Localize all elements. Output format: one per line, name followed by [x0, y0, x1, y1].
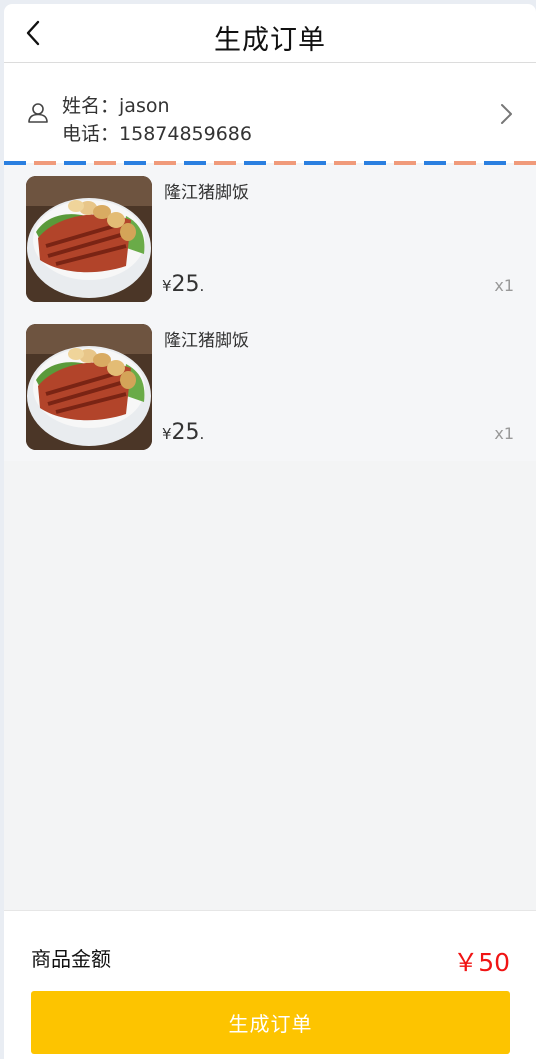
- list-item: 隆江猪脚饭 ¥25. x1: [4, 324, 536, 450]
- contact-name-row: 姓名：jason: [62, 91, 170, 118]
- list-item: 隆江猪脚饭 ¥25. x1: [4, 176, 536, 302]
- goods-list: 隆江猪脚饭 ¥25. x1 隆江猪脚饭 ¥25. x1: [4, 165, 536, 461]
- product-image: [26, 176, 152, 302]
- product-quantity: x1: [494, 424, 514, 443]
- product-name: 隆江猪脚饭: [164, 331, 249, 351]
- phone-label: 电话：: [62, 123, 120, 145]
- price-suffix: .: [199, 425, 205, 443]
- product-quantity: x1: [494, 276, 514, 295]
- price-suffix: .: [199, 277, 205, 295]
- product-price: ¥25.: [162, 420, 204, 445]
- price-value: 25: [171, 272, 200, 297]
- address-card[interactable]: 姓名：jason 电话：15874859686: [4, 63, 536, 163]
- user-icon: [28, 103, 48, 123]
- contact-phone-row: 电话：15874859686: [62, 119, 252, 146]
- contact-phone: 15874859686: [119, 123, 252, 145]
- contact-name: jason: [119, 95, 170, 117]
- nav-bar: 生成订单: [4, 4, 536, 63]
- product-image: [26, 324, 152, 450]
- price-value: 25: [171, 420, 200, 445]
- chevron-right-icon[interactable]: [498, 103, 514, 125]
- submit-order-button[interactable]: 生成订单: [31, 991, 510, 1054]
- total-amount: ￥50: [453, 948, 510, 977]
- order-footer: 商品金额 ￥50 生成订单: [4, 910, 536, 1059]
- product-price: ¥25.: [162, 272, 204, 297]
- product-name: 隆江猪脚饭: [164, 183, 249, 203]
- total-label: 商品金额: [31, 947, 111, 971]
- currency-symbol: ¥: [162, 277, 172, 295]
- name-label: 姓名：: [62, 95, 120, 117]
- app-frame: 生成订单 姓名：jason 电话：15874859686 隆江猪脚饭 ¥25. …: [4, 4, 536, 1059]
- currency-symbol: ¥: [162, 425, 172, 443]
- page-title: 生成订单: [214, 25, 326, 56]
